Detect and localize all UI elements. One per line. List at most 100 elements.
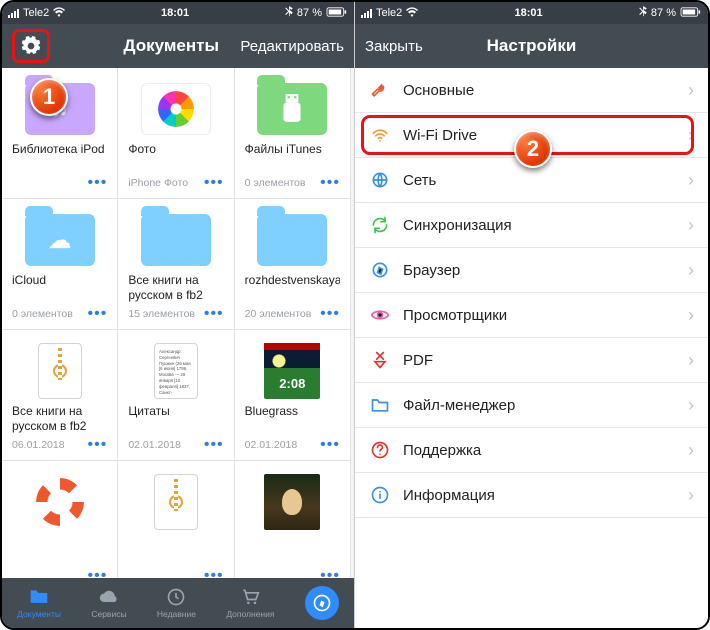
carrier-label: Tele2 bbox=[23, 7, 49, 19]
settings-label: Файл-менеджер bbox=[403, 397, 515, 414]
chevron-right-icon: › bbox=[688, 260, 694, 281]
chevron-right-icon: › bbox=[688, 305, 694, 326]
more-button[interactable]: ••• bbox=[320, 305, 340, 323]
document-title: iCloud bbox=[12, 273, 107, 303]
chevron-right-icon: › bbox=[688, 440, 694, 461]
document-title: rozhdestvenskaya_m...ev.net) bbox=[245, 273, 340, 303]
info-icon bbox=[369, 485, 391, 505]
signal-icon bbox=[361, 9, 372, 18]
document-item[interactable]: ••• bbox=[235, 461, 351, 578]
more-button[interactable]: ••• bbox=[88, 174, 108, 192]
settings-row-eye[interactable]: Просмотрщики › bbox=[355, 293, 708, 338]
document-meta: 02.01.2018 bbox=[128, 439, 181, 451]
more-button[interactable]: ••• bbox=[204, 436, 224, 454]
document-title: Фото bbox=[128, 142, 223, 172]
globe-icon bbox=[369, 170, 391, 190]
close-button[interactable]: Закрыть bbox=[365, 38, 423, 55]
more-button[interactable]: ••• bbox=[320, 436, 340, 454]
settings-row-help[interactable]: Поддержка› bbox=[355, 428, 708, 473]
documents-grid[interactable]: ♫Библиотека iPod•••ФотоiPhone Фото•••Фай… bbox=[2, 68, 354, 578]
battery-icon bbox=[680, 7, 702, 20]
eye-icon bbox=[369, 305, 391, 325]
document-title: Все книги на русском в fb2 bbox=[128, 273, 223, 303]
document-item[interactable]: rozhdestvenskaya_m...ev.net)20 элементов… bbox=[235, 199, 351, 330]
document-title: Файлы iTunes bbox=[245, 142, 340, 172]
settings-label: Просмотрщики bbox=[403, 307, 507, 324]
document-meta: 15 элементов bbox=[128, 308, 195, 320]
compass-icon bbox=[369, 260, 391, 280]
document-title bbox=[245, 535, 340, 565]
wrench-icon bbox=[369, 80, 391, 100]
document-title bbox=[128, 535, 223, 565]
document-title: Bluegrass bbox=[245, 404, 340, 434]
settings-label: Основные bbox=[403, 82, 474, 99]
more-button[interactable]: ••• bbox=[88, 436, 108, 454]
document-item[interactable]: Все книги на русском в fb2 15 элементов ••… bbox=[118, 199, 234, 330]
more-button[interactable]: ••• bbox=[204, 174, 224, 192]
tab-cart[interactable]: Дополнения bbox=[226, 587, 274, 619]
more-button[interactable]: ••• bbox=[320, 174, 340, 192]
sync-icon bbox=[369, 215, 391, 235]
document-meta: 0 элементов bbox=[12, 308, 73, 320]
chevron-right-icon: › bbox=[688, 80, 694, 101]
wifi-icon bbox=[406, 7, 418, 20]
document-item[interactable]: ••• bbox=[118, 461, 234, 578]
cart-icon bbox=[240, 587, 260, 607]
tab-label: Дополнения bbox=[226, 609, 274, 619]
tab-label: Документы bbox=[17, 609, 61, 619]
document-item[interactable]: ☁iCloud0 элементов••• bbox=[2, 199, 118, 330]
status-time: 18:01 bbox=[161, 7, 189, 19]
tab-compass[interactable] bbox=[305, 586, 339, 620]
signal-icon bbox=[8, 9, 19, 18]
status-bar: Tele2 18:01 87 % bbox=[355, 2, 708, 24]
document-title: Библиотека iPod bbox=[12, 142, 107, 172]
chevron-right-icon: › bbox=[688, 485, 694, 506]
more-button[interactable]: ••• bbox=[204, 567, 224, 578]
cloud-icon bbox=[99, 587, 119, 607]
document-item[interactable]: Все книги на русском в fb206.01.2018••• bbox=[2, 330, 118, 461]
tab-label: Недавние bbox=[157, 609, 196, 619]
chevron-right-icon: › bbox=[688, 125, 694, 146]
document-item[interactable]: ФотоiPhone Фото••• bbox=[118, 68, 234, 199]
tab-folder[interactable]: Документы bbox=[17, 587, 61, 619]
document-item[interactable]: ••• bbox=[2, 461, 118, 578]
document-meta: 0 элементов bbox=[245, 177, 306, 189]
tab-cloud[interactable]: Сервисы bbox=[91, 587, 126, 619]
document-item[interactable]: Александр Сергеевич Пушкин (26 мая [6 ию… bbox=[118, 330, 234, 461]
chevron-right-icon: › bbox=[688, 350, 694, 371]
more-button[interactable]: ••• bbox=[320, 567, 340, 578]
settings-row-sync[interactable]: Синхронизация› bbox=[355, 203, 708, 248]
chevron-right-icon: › bbox=[688, 395, 694, 416]
settings-label: Синхронизация bbox=[403, 217, 512, 234]
settings-button[interactable] bbox=[12, 29, 50, 63]
compass-icon bbox=[312, 593, 332, 613]
status-time: 18:01 bbox=[515, 7, 543, 19]
document-title bbox=[12, 535, 107, 565]
document-item[interactable]: 2:08Bluegrass02.01.2018••• bbox=[235, 330, 351, 461]
settings-row-folderline[interactable]: Файл-менеджер › bbox=[355, 383, 708, 428]
wifi-icon bbox=[53, 7, 65, 20]
help-icon bbox=[369, 440, 391, 460]
settings-row-pdf[interactable]: PDF› bbox=[355, 338, 708, 383]
chevron-right-icon: › bbox=[688, 170, 694, 191]
document-title: Цитаты bbox=[128, 404, 223, 434]
tab-label: Сервисы bbox=[91, 609, 126, 619]
document-item[interactable]: Файлы iTunes 0 элементов ••• bbox=[235, 68, 351, 199]
more-button[interactable]: ••• bbox=[204, 305, 224, 323]
document-meta: 06.01.2018 bbox=[12, 439, 65, 451]
navbar: Документы Редактировать bbox=[2, 24, 354, 68]
settings-row-compass[interactable]: Браузер › bbox=[355, 248, 708, 293]
bluetooth-icon bbox=[285, 6, 293, 21]
tab-clock[interactable]: Недавние bbox=[157, 587, 196, 619]
more-button[interactable]: ••• bbox=[88, 567, 108, 578]
carrier-label: Tele2 bbox=[376, 7, 402, 19]
settings-row-wrench[interactable]: Основные › bbox=[355, 68, 708, 113]
edit-button[interactable]: Редактировать bbox=[240, 38, 344, 55]
more-button[interactable]: ••• bbox=[88, 305, 108, 323]
settings-row-info[interactable]: Информация› bbox=[355, 473, 708, 518]
settings-label: Wi-Fi Drive bbox=[403, 127, 477, 144]
settings-label: Браузер bbox=[403, 262, 460, 279]
bluetooth-icon bbox=[639, 6, 647, 21]
tab-bar: Документы Сервисы Недавние Дополнения bbox=[2, 578, 354, 628]
status-bar: Tele2 18:01 87 % bbox=[2, 2, 354, 24]
